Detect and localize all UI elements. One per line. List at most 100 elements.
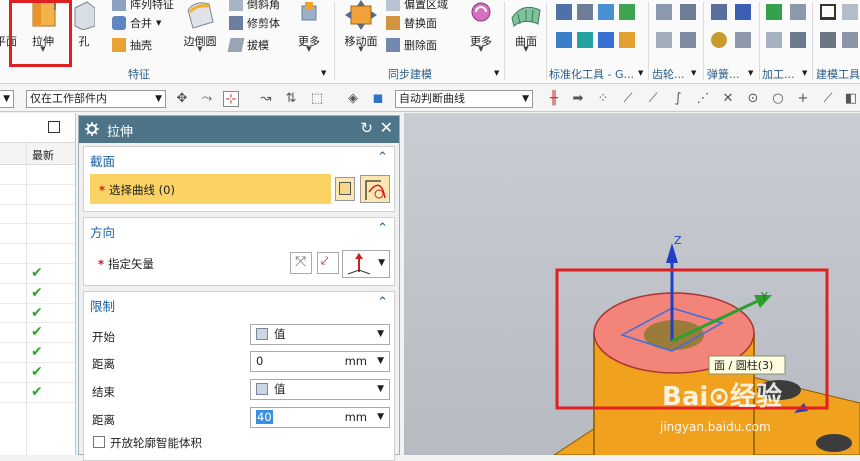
select-curve-button[interactable]: [360, 175, 390, 203]
draft-button[interactable]: 拔模: [227, 36, 269, 54]
collapse-icon[interactable]: ⌃: [377, 221, 388, 236]
offset-region-button[interactable]: 偏置区域: [386, 0, 448, 13]
section-group-header[interactable]: 截面 ⌃: [84, 147, 394, 171]
selection-scope-icon[interactable]: ⊹: [223, 91, 239, 107]
endpoint-snap-icon[interactable]: ⟋: [645, 91, 661, 107]
arc-center-snap-icon[interactable]: ⊙: [745, 91, 761, 107]
intersection-snap-icon[interactable]: ✕: [720, 91, 736, 107]
curve-rule-combo[interactable]: 自动判断曲线 ▼: [395, 90, 533, 108]
end-type-select[interactable]: 值 ▼: [250, 379, 390, 400]
more-sync-dropdown-icon[interactable]: ▼: [464, 45, 498, 53]
replace-face-button[interactable]: 替换面: [386, 14, 437, 32]
std-spring-pin-icon[interactable]: [619, 32, 635, 48]
follow-fillet-icon[interactable]: ➡: [570, 91, 586, 107]
navigator-row[interactable]: ✔: [0, 264, 75, 284]
worm-gear-icon[interactable]: [680, 32, 696, 48]
std-part-icon[interactable]: [556, 4, 572, 20]
gear-icon[interactable]: [85, 122, 99, 136]
move-face-button[interactable]: 移动面 ▼: [341, 0, 381, 64]
bevel-gear-icon[interactable]: [656, 32, 672, 48]
delete-face-button[interactable]: 删除面: [386, 36, 437, 54]
more-features-dropdown-icon[interactable]: ▼: [293, 45, 325, 53]
machining-fixture-icon[interactable]: [790, 32, 806, 48]
snap-icon[interactable]: ⤳: [199, 91, 215, 107]
reverse-direction-button[interactable]: ⤧: [290, 252, 312, 274]
type-filter-combo[interactable]: ▼: [0, 90, 14, 108]
navigator-row[interactable]: [0, 185, 75, 205]
chamfer-button[interactable]: 倒斜角: [229, 0, 280, 13]
std-library-icon[interactable]: [598, 4, 614, 20]
move-face-dropdown-icon[interactable]: ▼: [341, 45, 381, 53]
triangle-tool-icon[interactable]: [820, 4, 836, 20]
hole-button[interactable]: 孔: [72, 0, 96, 64]
spur-gear-icon[interactable]: [656, 4, 672, 20]
compression-spring-icon[interactable]: [711, 4, 727, 20]
navigator-row[interactable]: ✔: [0, 383, 75, 403]
limits-group-header[interactable]: 限制 ⌃: [84, 292, 394, 316]
std-washer-icon[interactable]: [598, 32, 614, 48]
tension-spring-icon[interactable]: [735, 4, 751, 20]
dialog-title-bar[interactable]: 拉伸 ↻ ✕: [79, 116, 399, 143]
sketch-section-button[interactable]: [335, 177, 355, 201]
scope-filter-combo[interactable]: 仅在工作部件内 ▼: [26, 90, 166, 108]
navigator-column-header[interactable]: 最新: [0, 143, 75, 165]
table-tool-icon[interactable]: [820, 32, 836, 48]
disc-spring-icon[interactable]: [711, 32, 727, 48]
std-fastener-icon[interactable]: [577, 4, 593, 20]
gear-expand-icon[interactable]: ▼: [691, 69, 696, 77]
select-curve-row[interactable]: * 选择曲线 (0): [90, 174, 331, 204]
navigator-row[interactable]: ✔: [0, 323, 75, 344]
point-on-face-snap-icon[interactable]: ◧: [843, 91, 859, 107]
start-type-select[interactable]: 值 ▼: [250, 324, 390, 345]
end-distance-input[interactable]: 40 mm ▼: [250, 407, 390, 428]
reset-icon[interactable]: ↻: [360, 119, 373, 137]
unite-button[interactable]: 合并 ▼: [112, 14, 161, 32]
body-select-icon[interactable]: ◼: [370, 91, 386, 107]
collapse-icon[interactable]: ⌃: [377, 295, 388, 310]
machining-expand-icon[interactable]: ▼: [802, 69, 807, 77]
std-pin-icon[interactable]: [556, 32, 572, 48]
helical-gear-icon[interactable]: [680, 4, 696, 20]
machining-tool-icon[interactable]: [766, 32, 782, 48]
start-distance-input[interactable]: 0 mm ▼: [250, 351, 390, 372]
std-nut-icon[interactable]: [577, 32, 593, 48]
pattern-feature-button[interactable]: 阵列特征: [112, 0, 174, 13]
direction-group-header[interactable]: 方向 ⌃: [84, 218, 394, 242]
build-tool-icon[interactable]: [842, 4, 858, 20]
trim-body-button[interactable]: 修剪体: [229, 14, 280, 32]
control-point-snap-icon[interactable]: ⋰: [695, 91, 711, 107]
filter-reset-icon[interactable]: ✥: [174, 91, 190, 107]
std-bolt-icon[interactable]: [619, 4, 635, 20]
vector-dialog-button[interactable]: ⤦: [317, 252, 339, 274]
maximize-icon[interactable]: [48, 121, 60, 133]
sync-group-expand-icon[interactable]: ▼: [494, 69, 499, 77]
point-on-curve-snap-icon[interactable]: ⟋: [820, 91, 836, 107]
quadrant-snap-icon[interactable]: ○: [770, 91, 786, 107]
navigator-row[interactable]: ✔: [0, 304, 75, 324]
close-icon[interactable]: ✕: [380, 118, 393, 137]
face-select-icon[interactable]: ◈: [345, 91, 361, 107]
edge-blend-button[interactable]: 边倒圆 ▼: [181, 0, 219, 64]
midpoint-snap-icon[interactable]: ∫: [670, 91, 686, 107]
surface-dropdown-icon[interactable]: ▼: [506, 45, 546, 53]
edge-blend-dropdown-icon[interactable]: ▼: [181, 45, 219, 53]
shell-button[interactable]: 抽壳: [112, 36, 152, 54]
navigator-row[interactable]: [0, 205, 75, 225]
unite-dropdown-icon[interactable]: ▼: [156, 19, 161, 27]
collapse-icon[interactable]: ⌃: [377, 150, 388, 165]
navigator-row[interactable]: [0, 165, 75, 185]
box-select-icon[interactable]: ⬚: [309, 91, 325, 107]
machining-icon[interactable]: [790, 4, 806, 20]
vector-type-select[interactable]: ▼: [342, 250, 390, 278]
list-tool-icon[interactable]: [842, 32, 858, 48]
open-profile-checkbox[interactable]: [93, 436, 105, 448]
more-sync-button[interactable]: 更多 ▼: [464, 0, 498, 64]
navigator-row[interactable]: [0, 224, 75, 245]
more-features-button[interactable]: 更多 ▼: [293, 0, 325, 64]
curve-snap-icon[interactable]: ↝: [258, 91, 274, 107]
existing-point-snap-icon[interactable]: +: [795, 91, 811, 107]
surface-button[interactable]: 曲面 ▼: [506, 0, 546, 64]
feature-select-icon[interactable]: ⇅: [283, 91, 299, 107]
feature-group-expand-icon[interactable]: ▼: [321, 69, 326, 77]
stop-at-intersection-icon[interactable]: ╫: [546, 91, 562, 107]
